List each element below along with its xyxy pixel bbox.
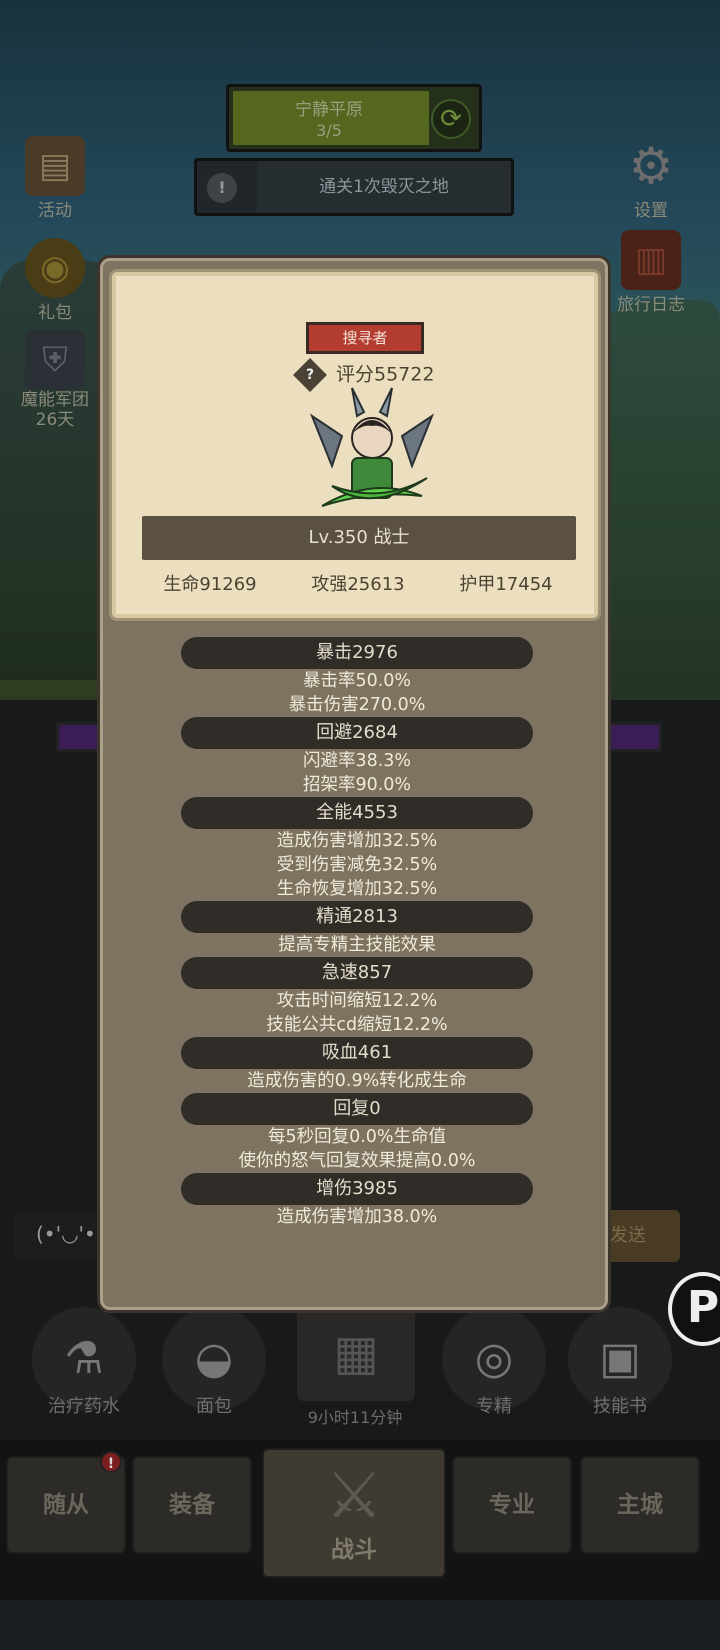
stat-header-crit: 暴击2976 [181,637,533,669]
stage-progress: 3/5 [316,121,342,140]
specialization-label: 专精 [476,1396,512,1417]
legion-days: 26天 [35,410,75,430]
stat-line: 暴击伤害270.0% [288,695,426,715]
chest-icon: ▦ [333,1325,379,1381]
alert-icon: ! [207,173,237,203]
chat-emote: (•'◡'• [36,1222,96,1246]
legion-label: 魔能军团 [21,390,89,410]
stat-line: 提高专精主技能效果 [278,935,436,955]
helmet-icon: ⛨ [25,330,85,390]
settings-button[interactable]: ⚙ 设置 [606,136,696,221]
stat-header-haste: 急速857 [181,957,533,989]
quest-bar[interactable]: ! 通关1次毁灭之地 [194,158,514,216]
tab-battle-label: 战斗 [331,1537,377,1563]
armor-stat: 护甲17454 [459,574,553,595]
send-label: 发送 [610,1225,646,1246]
chest-timer: 9小时11分钟 [307,1408,403,1427]
stat-line: 攻击时间缩短12.2% [276,991,438,1011]
chat-bar[interactable]: (•'◡'• [14,1210,104,1258]
attack-stat: 攻强25613 [311,574,405,595]
core-stats: 生命91269 攻强25613 护甲17454 [112,570,604,596]
stat-line: 造成伤害增加38.0% [276,1207,438,1227]
bread-item[interactable]: ◒ 面包 [156,1304,272,1418]
stat-line: 造成伤害的0.9%转化成生命 [247,1071,467,1091]
stat-line: 每5秒回复0.0%生命值 [267,1127,447,1147]
gift-icon: ◉ [25,238,85,298]
hero-role-tag: 搜寻者 [306,322,424,354]
stat-line: 招架率90.0% [302,775,412,795]
settings-label: 设置 [634,201,668,221]
hero-score-value: 评分55722 [336,363,435,386]
send-button[interactable]: 发送 [604,1210,680,1262]
refresh-icon[interactable]: ⟳ [431,99,471,139]
hero-card: 搜寻者 ? 评分55722 Lv.350 战士 生命91269 攻强25613 护… [109,269,601,621]
potion-label: 治疗药水 [48,1396,120,1417]
activity-button[interactable]: ▤ 活动 [10,136,100,221]
journal-label: 旅行日志 [617,295,685,315]
legion-button[interactable]: ⛨ 魔能军团 26天 [10,330,100,430]
stage-panel[interactable]: 宁静平原 3/5 ⟳ [226,84,482,152]
activity-label: 活动 [38,201,72,221]
stat-header-damage-bonus: 增伤3985 [181,1173,533,1205]
stat-header-avoidance: 回避2684 [181,717,533,749]
stats-list: 暴击2976 暴击率50.0% 暴击伤害270.0% 回避2684 闪避率38.… [103,637,611,1229]
crossed-swords-icon: ⚔ [325,1459,383,1533]
stat-line: 暴击率50.0% [302,671,412,691]
stage-name: 宁静平原 [295,100,363,120]
stat-header-mastery: 精通2813 [181,901,533,933]
stat-header-versatility: 全能4553 [181,797,533,829]
tab-equipment[interactable]: 装备 [132,1456,252,1554]
stat-line: 闪避率38.3% [302,751,412,771]
skillbook-item[interactable]: ▣ 技能书 [562,1304,678,1418]
tab-battle[interactable]: ⚔ 战斗 [262,1448,446,1578]
journal-icon: ▥ [621,230,681,290]
stat-line: 技能公共cd缩短12.2% [266,1015,448,1035]
hero-stats-modal[interactable]: 搜寻者 ? 评分55722 Lv.350 战士 生命91269 攻强25613 护… [100,258,608,1310]
potion-item[interactable]: ⚗ 治疗药水 [26,1304,142,1418]
gift-label: 礼包 [38,303,72,323]
book-icon: ▤ [25,136,85,196]
gear-icon: ⚙ [628,137,674,195]
gift-button[interactable]: ◉ 礼包 [10,238,100,323]
stat-line: 生命恢复增加32.5% [276,879,438,899]
treasure-chest[interactable]: ▦ [294,1300,418,1404]
quest-text: 通关1次毁灭之地 [257,161,511,213]
stat-line: 受到伤害减免32.5% [276,855,438,875]
stat-line: 造成伤害增加32.5% [276,831,438,851]
level-class-bar: Lv.350 战士 [142,516,576,560]
stat-header-regen: 回复0 [181,1093,533,1125]
assistant-icon: P [686,1282,720,1333]
stat-header-lifesteal: 吸血461 [181,1037,533,1069]
hp-stat: 生命91269 [163,574,257,595]
skillbook-label: 技能书 [593,1396,647,1417]
tab-profession[interactable]: 专业 [452,1456,572,1554]
journal-button[interactable]: ▥ 旅行日志 [606,230,696,315]
hero-portrait [309,387,435,507]
tab-main-city[interactable]: 主城 [580,1456,700,1554]
bread-label: 面包 [196,1396,232,1417]
stat-line: 使你的怒气回复效果提高0.0% [238,1151,476,1171]
specialization-item[interactable]: ◎ 专精 [436,1304,552,1418]
notification-badge: ! [100,1451,122,1473]
